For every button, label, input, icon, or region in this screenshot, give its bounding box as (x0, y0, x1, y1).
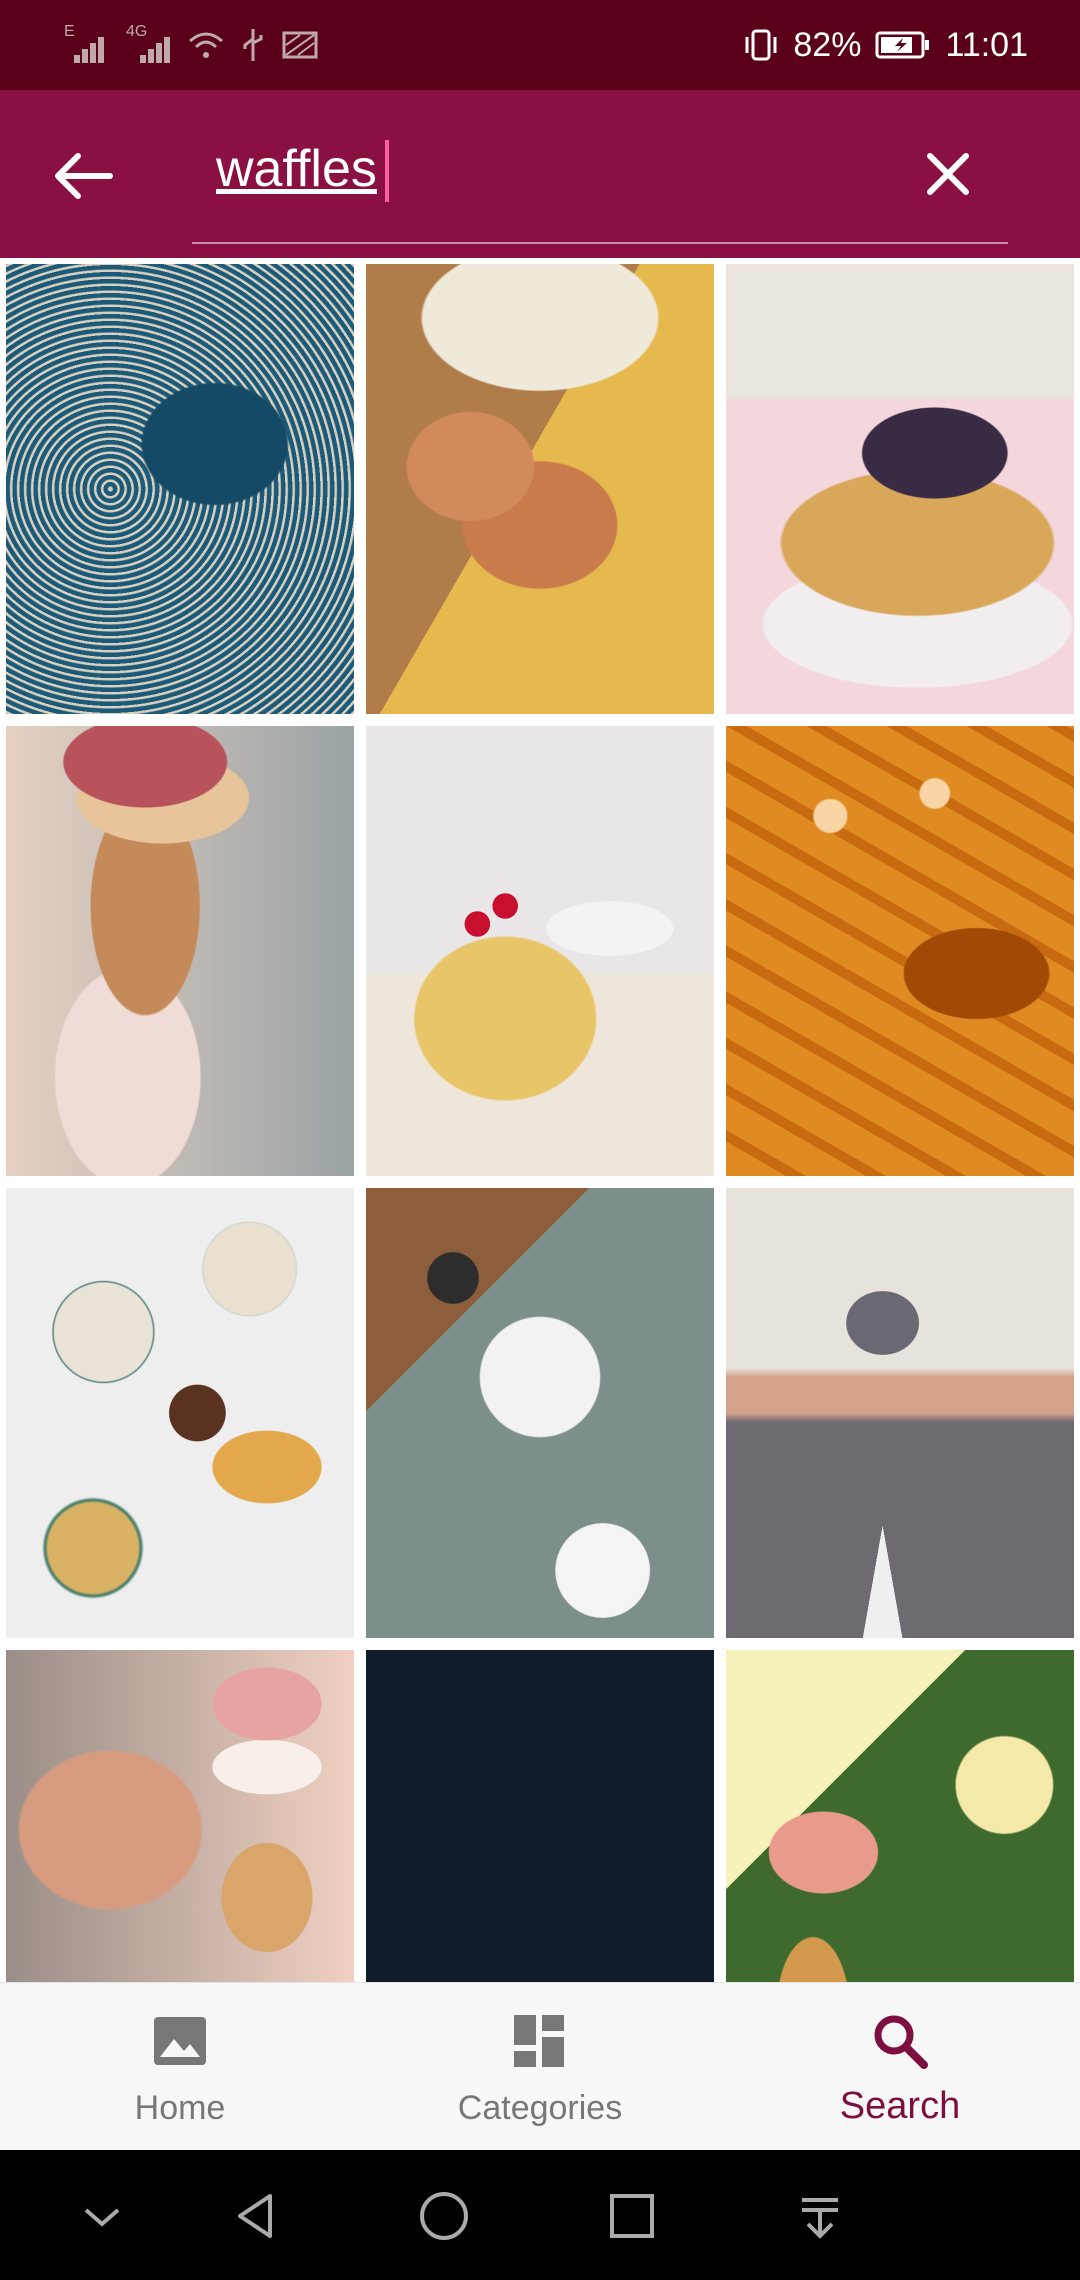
nav-search[interactable]: Search (720, 1983, 1080, 2151)
nav-categories-label: Categories (457, 2089, 623, 2127)
photo-syrup-on-waffle (726, 726, 1074, 1176)
photo-waffles-blackberries (726, 264, 1074, 714)
home-circle-icon[interactable] (414, 2186, 474, 2246)
wifi-icon (189, 32, 223, 58)
battery-charging-icon (875, 31, 930, 59)
nav-search-label: Search (839, 2085, 961, 2127)
search-toolbar (0, 90, 1080, 258)
photo-eggs-flour-waffles (366, 264, 714, 714)
text-caret (385, 140, 389, 202)
result-tile[interactable] (360, 1182, 720, 1644)
vibrate-icon (745, 29, 777, 61)
back-arrow-icon[interactable] (48, 146, 120, 206)
bottom-navigation: Home Categories Search (0, 1982, 1080, 2151)
photo-sugar-heart (6, 264, 354, 714)
result-tile[interactable] (720, 1644, 1080, 1982)
result-tile[interactable] (0, 258, 360, 720)
nav-categories[interactable]: Categories (360, 1983, 720, 2151)
result-tile[interactable] (360, 258, 720, 720)
back-triangle-icon[interactable] (226, 2186, 286, 2246)
nav-home[interactable]: Home (0, 1983, 360, 2151)
dashboard-icon (514, 2015, 564, 2067)
result-tile[interactable] (360, 1644, 720, 1982)
results-grid (0, 258, 1080, 1982)
status-left: E 4G (64, 22, 318, 68)
search-input[interactable] (192, 134, 1040, 204)
search-underline (192, 242, 1008, 244)
usb-icon (243, 29, 263, 61)
signal-4g-icon: 4G (126, 23, 170, 63)
photo-table-waffles-plates (366, 1188, 714, 1638)
photo-ice-cream-cone-sunset (726, 1188, 1074, 1638)
result-tile[interactable] (360, 720, 720, 1182)
system-navigation-bar (0, 2150, 1080, 2280)
result-tile[interactable] (720, 1182, 1080, 1644)
status-right: 82% 11:01 (743, 22, 1028, 68)
result-tile[interactable] (720, 258, 1080, 720)
photo-pancakes-berries (366, 726, 714, 1176)
status-bar: E 4G 82% 11:01 (0, 0, 1080, 90)
no-sim-icon (282, 31, 318, 59)
result-tile[interactable] (0, 720, 360, 1182)
recents-square-icon[interactable] (602, 2186, 662, 2246)
photo-strawberry-ice-cream (726, 1650, 1074, 1982)
result-tile[interactable] (0, 1182, 360, 1644)
signal-e-icon: E (64, 23, 108, 63)
result-tile[interactable] (0, 1644, 360, 1982)
image-icon (154, 2017, 206, 2065)
photo-girl-ice-cream-cone (6, 1650, 354, 1982)
photo-ice-cream-cone-hand (6, 726, 354, 1176)
battery-percent: 82% (793, 25, 862, 64)
network-e-label: E (64, 23, 75, 40)
network-4g-label: 4G (126, 23, 148, 40)
result-tile[interactable] (720, 720, 1080, 1182)
chevron-down-icon[interactable] (72, 2186, 132, 2246)
photo-upside-down-cone (366, 1650, 714, 1982)
search-icon (874, 2015, 928, 2069)
clock: 11:01 (945, 25, 1028, 64)
photo-brunch-spread (6, 1188, 354, 1638)
notification-pull-icon[interactable] (790, 2186, 850, 2246)
nav-home-label: Home (134, 2089, 226, 2127)
clear-icon[interactable] (916, 142, 980, 206)
